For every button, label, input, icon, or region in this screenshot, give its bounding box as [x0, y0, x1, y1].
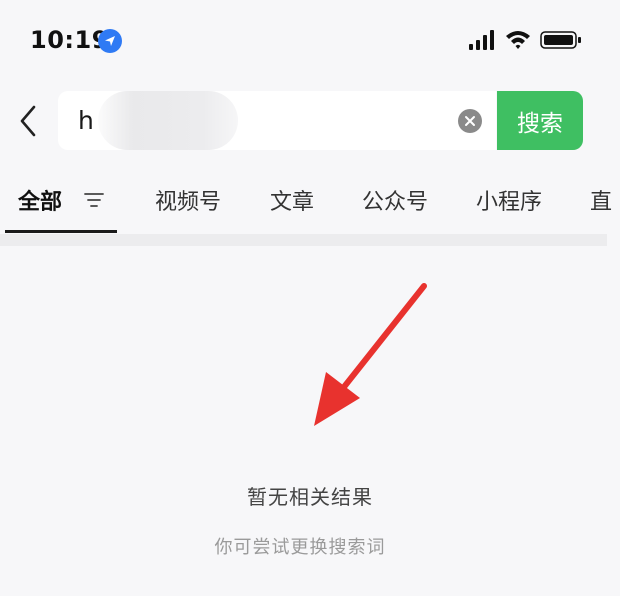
divider [0, 234, 607, 246]
tab-official-accounts[interactable]: 公众号 [362, 184, 428, 216]
cellular-signal-icon [469, 30, 494, 50]
wifi-icon [506, 31, 530, 49]
empty-state-subtitle: 你可尝试更换搜索词 [214, 537, 386, 558]
chevron-left-icon [20, 105, 36, 137]
tab-channels[interactable]: 视频号 [155, 184, 221, 216]
search-button[interactable]: 搜索 [497, 91, 583, 150]
tab-articles[interactable]: 文章 [270, 184, 314, 216]
clear-search-button[interactable] [458, 109, 482, 133]
tab-mini-programs[interactable]: 小程序 [476, 184, 542, 216]
filter-icon[interactable] [83, 190, 105, 208]
result-tab-bar: 全部 视频号 文章 公众号 小程序 直 [0, 168, 620, 233]
red-arrow-annotation [314, 283, 427, 426]
redacted-query-mask [98, 91, 238, 150]
status-bar: 10:19 [0, 0, 620, 80]
search-box [58, 91, 496, 150]
location-arrow-icon [98, 29, 122, 53]
tab-live[interactable]: 直 [590, 184, 612, 216]
empty-state-title: 暂无相关结果 [247, 485, 373, 509]
active-tab-indicator [5, 230, 117, 233]
close-icon [465, 116, 475, 126]
tab-all[interactable]: 全部 [18, 184, 62, 216]
back-button[interactable] [12, 102, 44, 140]
battery-icon [540, 31, 581, 49]
